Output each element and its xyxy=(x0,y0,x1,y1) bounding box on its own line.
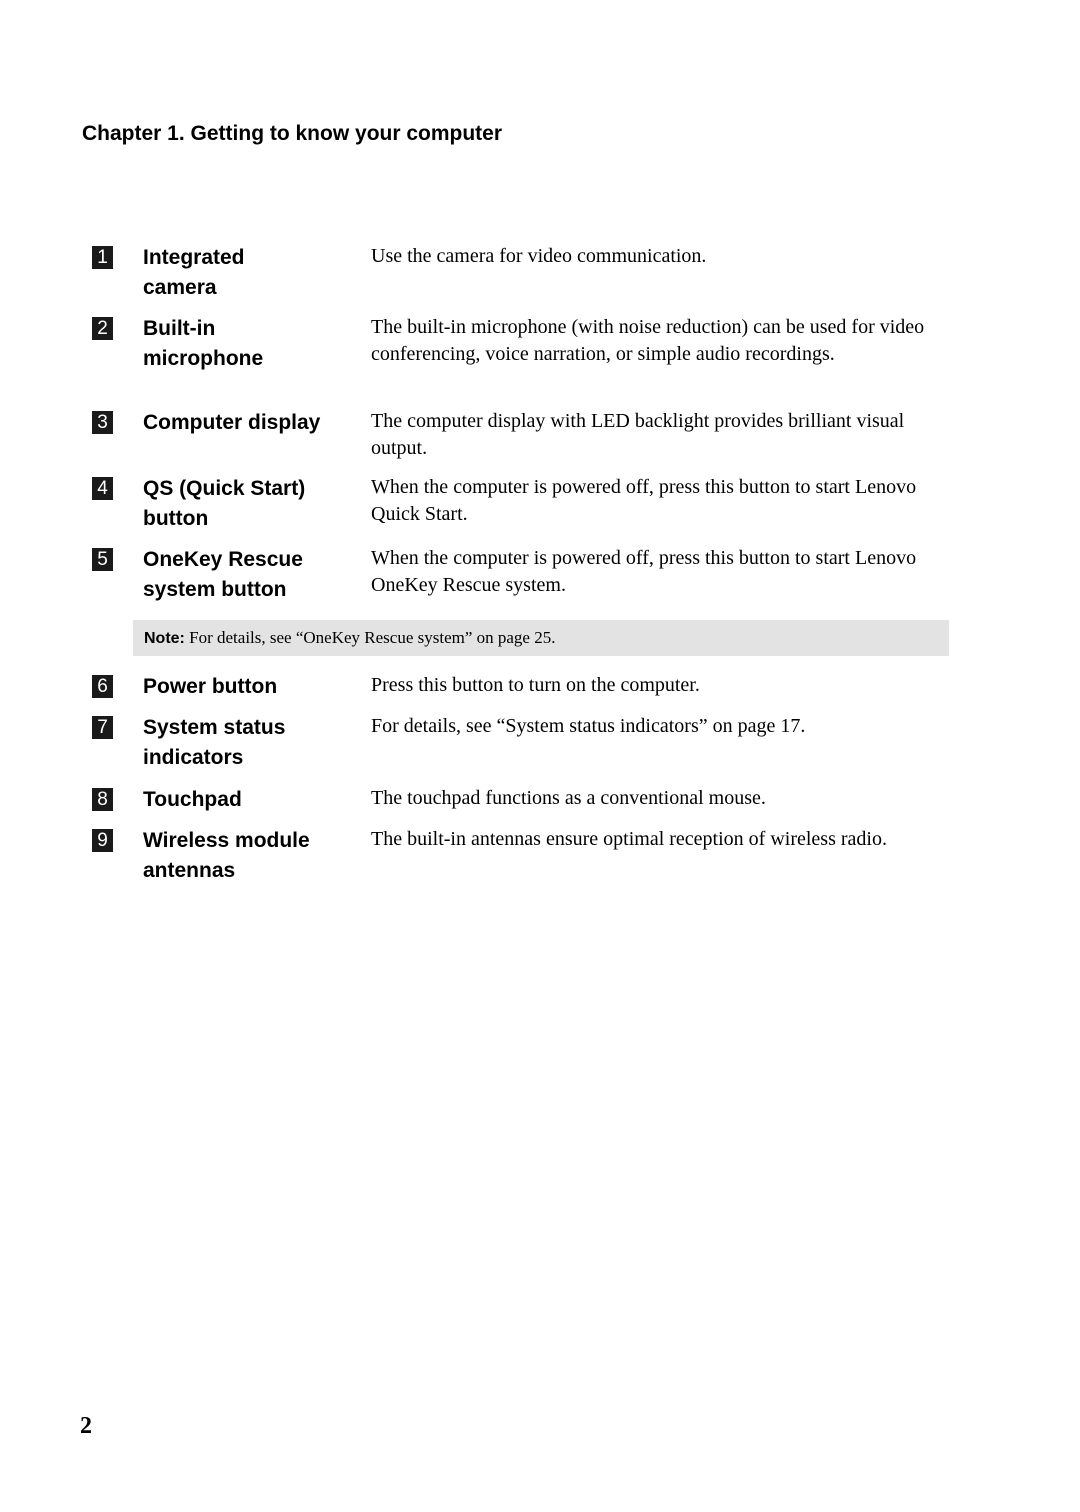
item-term: OneKey Rescue system button xyxy=(143,548,303,601)
note-box: Note: For details, see “OneKey Rescue sy… xyxy=(133,620,949,656)
item-description: For details, see “System status indicato… xyxy=(371,715,806,737)
item-term: Integrated camera xyxy=(143,246,245,299)
item-number-badge: 3 xyxy=(92,411,113,434)
item-description: The touchpad functions as a conventional… xyxy=(371,787,766,809)
item-description: The built-in microphone (with noise redu… xyxy=(371,316,925,365)
item-number-badge: 4 xyxy=(92,477,113,500)
item-description: When the computer is powered off, press … xyxy=(371,476,917,525)
item-number-badge: 5 xyxy=(92,548,113,571)
item-number-badge: 8 xyxy=(92,788,113,811)
item-term: Touchpad xyxy=(143,788,242,811)
note-label: Note: xyxy=(144,630,185,647)
item-term: Computer display xyxy=(143,411,321,434)
chapter-title: Chapter 1. Getting to know your computer xyxy=(82,122,503,145)
item-term: QS (Quick Start) button xyxy=(143,477,306,530)
item-number-badge: 1 xyxy=(92,246,113,269)
item-description: The built-in antennas ensure optimal rec… xyxy=(371,828,887,850)
item-number-badge: 2 xyxy=(92,317,113,340)
item-term: Built-in microphone xyxy=(143,317,264,370)
item-description: When the computer is powered off, press … xyxy=(371,547,917,596)
note-text: For details, see “OneKey Rescue system” … xyxy=(184,628,556,647)
item-term: System status indicators xyxy=(143,716,286,769)
item-description: The computer display with LED backlight … xyxy=(371,410,905,459)
item-description: Use the camera for video communication. xyxy=(371,245,707,267)
page-number: 2 xyxy=(80,1413,92,1439)
item-number-badge: 9 xyxy=(92,829,113,852)
item-term: Wireless module antennas xyxy=(143,829,310,882)
item-term: Power button xyxy=(143,675,278,698)
item-number-badge: 6 xyxy=(92,675,113,698)
item-number-badge: 7 xyxy=(92,716,113,739)
item-description: Press this button to turn on the compute… xyxy=(371,674,700,696)
